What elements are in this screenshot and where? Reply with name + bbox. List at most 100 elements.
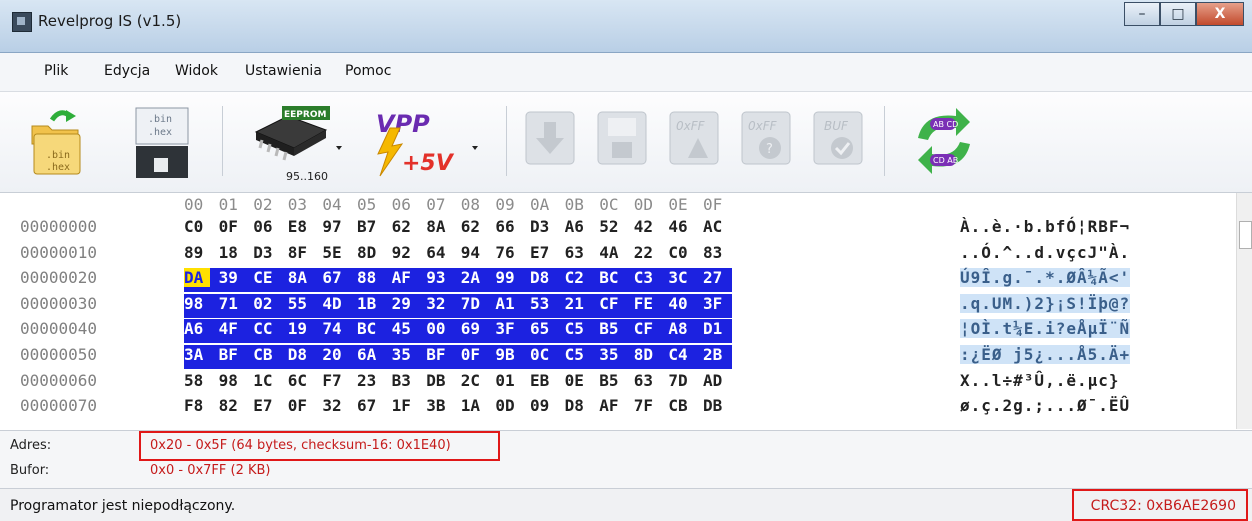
menu-widok[interactable]: Widok	[175, 63, 218, 79]
hex-byte-cell[interactable]: CE	[253, 268, 280, 288]
hex-byte-cell[interactable]: 3C	[668, 268, 695, 288]
hex-byte-cell[interactable]: 01	[495, 371, 521, 390]
hex-byte-cell[interactable]: 5E	[322, 243, 348, 262]
hex-byte-cell[interactable]: BC	[357, 319, 383, 339]
hex-byte-cell[interactable]: 67	[357, 396, 383, 415]
ascii-column[interactable]: Ú9Î.g.¯.*.ØÂ¼Ã<'	[960, 268, 1131, 288]
hex-byte-cell[interactable]: D8	[287, 345, 314, 364]
hex-byte-cell[interactable]: A6	[184, 319, 210, 339]
ascii-column[interactable]: .q.UM.)2}¡S!Ïþ@?	[960, 293, 1131, 313]
hex-byte-cell[interactable]: BF	[218, 345, 245, 364]
hex-byte-cell[interactable]: 3F	[703, 293, 729, 313]
hex-byte-cell[interactable]: 63	[565, 243, 591, 262]
hex-byte-cell[interactable]: 97	[322, 217, 348, 236]
hex-byte-cell[interactable]: 65	[530, 319, 556, 339]
hex-byte-cell[interactable]: 98	[184, 293, 210, 313]
hex-byte-cell[interactable]: 3B	[426, 396, 452, 415]
hex-byte-cell[interactable]: 8F	[288, 243, 314, 262]
hex-byte-cell[interactable]: 1A	[461, 396, 487, 415]
hex-byte-cell[interactable]: 42	[634, 217, 660, 236]
hex-byte-cell[interactable]: 45	[391, 319, 418, 339]
hex-byte-cell[interactable]: BF	[426, 345, 453, 364]
hex-byte-cell[interactable]: 53	[530, 293, 556, 313]
hex-byte-cell[interactable]: 0C	[530, 345, 556, 364]
hex-byte-cell[interactable]: CB	[253, 345, 280, 364]
minimize-button[interactable]: –	[1124, 2, 1160, 26]
hex-byte-cell[interactable]: CF	[599, 293, 626, 313]
open-file-button[interactable]: .bin .hex	[22, 102, 88, 182]
scrollbar-thumb[interactable]	[1239, 221, 1252, 249]
hex-byte-cell[interactable]: 2B	[703, 345, 729, 364]
hex-byte-cell[interactable]: AD	[703, 371, 729, 390]
hex-byte-cell[interactable]: C3	[633, 268, 660, 288]
hex-byte-cell[interactable]: 92	[392, 243, 418, 262]
hex-byte-cell[interactable]: 32	[322, 396, 348, 415]
hex-byte-cell[interactable]: 58	[184, 371, 210, 390]
ascii-column[interactable]: À..è.·b.bfÓ¦RBF¬	[960, 217, 1130, 236]
hex-byte-cell[interactable]: 8D	[357, 243, 383, 262]
hex-byte-cell[interactable]: A1	[495, 293, 522, 313]
hex-byte-cell[interactable]: B7	[357, 217, 383, 236]
hex-byte-cell[interactable]: FE	[633, 293, 660, 313]
ascii-column[interactable]: ¦OÌ.t¼E.i?eÅµÏ¨Ñ	[960, 319, 1131, 339]
menu-pomoc[interactable]: Pomoc	[345, 63, 391, 79]
hex-byte-cell[interactable]: 63	[634, 371, 660, 390]
hex-byte-cell[interactable]: C5	[564, 345, 591, 364]
hex-byte-cell[interactable]: 8A	[287, 268, 314, 288]
hex-byte-cell[interactable]: 62	[461, 217, 487, 236]
save-file-button[interactable]: .bin .hex	[128, 102, 198, 182]
hex-byte-cell[interactable]: 02	[253, 293, 280, 313]
hex-byte-cell[interactable]: C0	[668, 243, 694, 262]
hex-byte-cell[interactable]: 76	[495, 243, 521, 262]
hex-byte-cell[interactable]: C0	[184, 217, 210, 236]
hex-byte-cell[interactable]: 66	[495, 217, 521, 236]
hex-byte-cell[interactable]: 82	[219, 396, 245, 415]
hex-byte-cell[interactable]: 21	[564, 293, 591, 313]
hex-byte-cell[interactable]: AF	[391, 268, 418, 288]
hex-byte-cell[interactable]: 1C	[253, 371, 279, 390]
hex-byte-cell[interactable]: CC	[253, 319, 280, 339]
hex-byte-cell[interactable]: D8	[530, 268, 556, 288]
hex-byte-cell[interactable]: D1	[703, 319, 729, 339]
menu-edycja[interactable]: Edycja	[104, 63, 150, 79]
hex-byte-cell[interactable]: AF	[599, 396, 625, 415]
hex-byte-cell[interactable]: 52	[599, 217, 625, 236]
hex-byte-cell[interactable]: 23	[357, 371, 383, 390]
hex-byte-cell[interactable]: 40	[668, 293, 695, 313]
hex-byte-cell[interactable]: 2A	[460, 268, 487, 288]
hex-byte-cell[interactable]: 8D	[633, 345, 660, 364]
hex-byte-cell[interactable]: 3A	[184, 345, 210, 364]
menu-ustawienia[interactable]: Ustawienia	[245, 63, 322, 79]
hex-byte-cell[interactable]: 27	[703, 268, 729, 288]
hex-byte-cell[interactable]: 7F	[634, 396, 660, 415]
hex-byte-cell[interactable]: 06	[253, 217, 279, 236]
hex-byte-cell[interactable]: 39	[218, 268, 245, 288]
blank-check-button[interactable]: 0xFF ?	[736, 102, 796, 182]
hex-byte-cell[interactable]: CB	[668, 396, 694, 415]
hex-byte-cell[interactable]: 7D	[668, 371, 694, 390]
verify-buffer-button[interactable]: BUF	[808, 102, 868, 182]
hex-editor[interactable]: 00 01 02 03 04 05 06 07 08 09 0A 0B 0C 0D 0E 0F 0000000…	[0, 193, 1236, 429]
hex-byte-cell[interactable]: D3	[530, 217, 556, 236]
hex-byte-cell[interactable]: 4F	[218, 319, 245, 339]
hex-byte-cell[interactable]: 0E	[565, 371, 591, 390]
hex-byte-cell[interactable]: 0D	[495, 396, 521, 415]
hex-byte-cell[interactable]: 93	[426, 268, 453, 288]
hex-byte-cell[interactable]: F8	[184, 396, 210, 415]
hex-byte-cell[interactable]: 00	[426, 319, 453, 339]
hex-byte-cell[interactable]: 67	[322, 268, 349, 288]
hex-byte-cell[interactable]: 6A	[357, 345, 383, 364]
hex-byte-cell[interactable]: E7	[530, 243, 556, 262]
hex-byte-cell[interactable]: 18	[219, 243, 245, 262]
hex-byte-cell[interactable]: 0F	[219, 217, 245, 236]
hex-byte-cell[interactable]: E7	[253, 396, 279, 415]
hex-byte-cell[interactable]: C5	[564, 319, 591, 339]
hex-byte-cell[interactable]: B3	[392, 371, 418, 390]
ascii-column[interactable]: :¿ËØ j5¿...Å5.Ä+	[960, 345, 1131, 364]
hex-byte-cell[interactable]: 99	[495, 268, 522, 288]
hex-byte-cell[interactable]: C2	[564, 268, 591, 288]
hex-byte-cell[interactable]: A6	[565, 217, 591, 236]
hex-byte-cell[interactable]: 9B	[495, 345, 522, 364]
hex-byte-cell[interactable]: B5	[599, 371, 625, 390]
hex-byte-cell[interactable]: 1B	[357, 293, 383, 313]
